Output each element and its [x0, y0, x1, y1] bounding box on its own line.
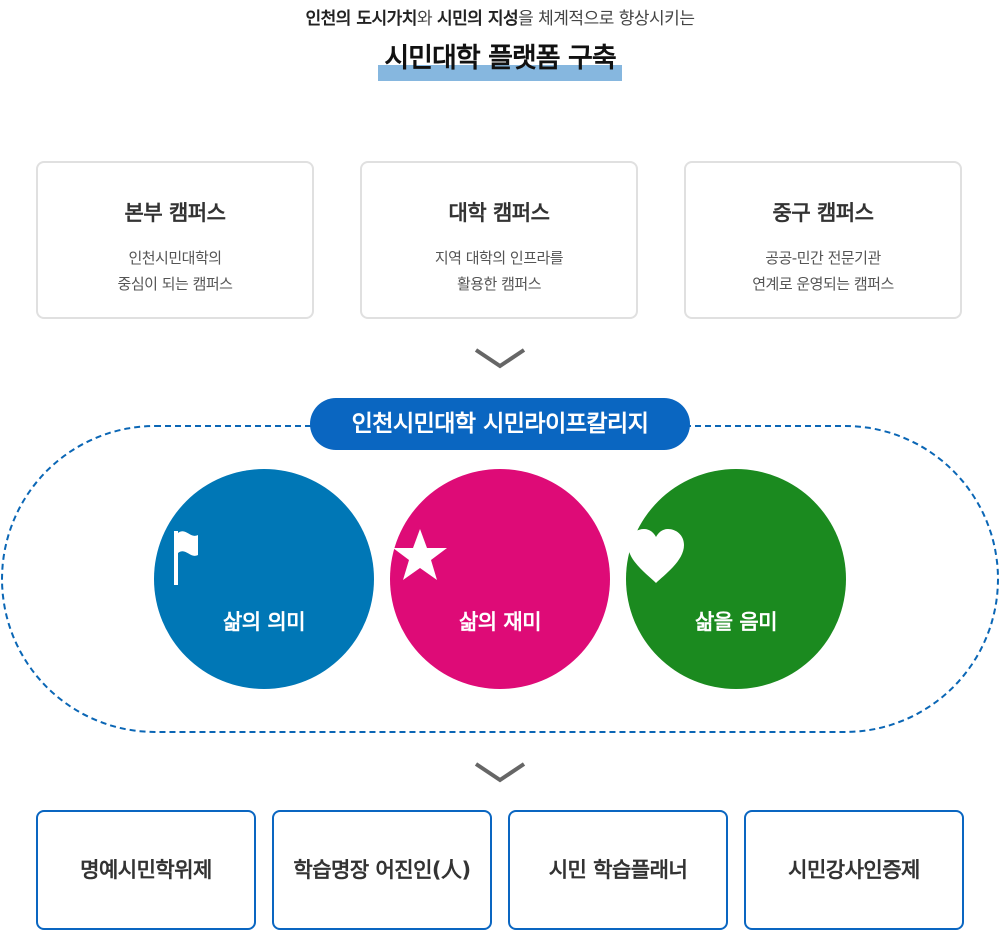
value-circle-meaning: 삶의 의미: [154, 469, 374, 689]
campus-desc-line: 공공-민간 전문기관: [765, 249, 881, 267]
subtitle-emphasis-1: 인천의 도시가치: [305, 9, 418, 29]
campus-name: 대학 캠퍼스: [448, 201, 550, 225]
header-subtitle: 인천의 도시가치와 시민의 지성을 체계적으로 향상시키는: [0, 4, 1000, 29]
campus-desc: 공공-민간 전문기관연계로 운영되는 캠퍼스: [686, 245, 960, 297]
campus-name: 본부 캠퍼스: [124, 201, 226, 225]
value-label: 삶의 의미: [222, 610, 306, 634]
program-honorary-degree: 명예시민학위제: [36, 810, 256, 930]
campus-card-junggu: 중구 캠퍼스 공공-민간 전문기관연계로 운영되는 캠퍼스: [684, 161, 962, 319]
program-instructor-certification: 시민강사인증제: [744, 810, 964, 930]
program-learning-master: 학습명장 어진인(人): [272, 810, 492, 930]
value-circle-savor: 삶을 음미: [626, 469, 846, 689]
campus-card-main: 본부 캠퍼스 인천시민대학의중심이 되는 캠퍼스: [36, 161, 314, 319]
subtitle-emphasis-2: 시민의 지성: [436, 9, 519, 29]
campus-card-university: 대학 캠퍼스 지역 대학의 인프라를활용한 캠퍼스: [360, 161, 638, 319]
college-title-badge: 인천시민대학 시민라이프칼리지: [310, 398, 690, 450]
campus-desc: 인천시민대학의중심이 되는 캠퍼스: [38, 245, 312, 297]
campus-desc: 지역 대학의 인프라를활용한 캠퍼스: [362, 245, 636, 297]
value-label: 삶의 재미: [458, 610, 542, 634]
campus-name: 중구 캠퍼스: [772, 201, 874, 225]
star-icon: [393, 529, 447, 580]
campus-desc-line: 활용한 캠퍼스: [456, 275, 542, 293]
chevron-down-icon: [474, 348, 526, 369]
campus-desc-line: 연계로 운영되는 캠퍼스: [752, 275, 894, 293]
page-title: 시민대학 플랫폼 구축: [378, 36, 622, 81]
campus-desc-line: 중심이 되는 캠퍼스: [117, 275, 233, 293]
title-area: 시민대학 플랫폼 구축: [0, 36, 1000, 81]
subtitle-text-1: 와: [416, 9, 437, 29]
campus-desc-line: 지역 대학의 인프라를: [434, 249, 564, 267]
campus-desc-line: 인천시민대학의: [128, 249, 222, 267]
value-circle-fun: 삶의 재미: [390, 469, 610, 689]
value-label: 삶을 음미: [694, 610, 778, 634]
flag-icon: [174, 531, 198, 585]
subtitle-text-2: 을 체계적으로 향상시키는: [518, 9, 695, 29]
heart-icon: [628, 529, 684, 583]
program-learning-planner: 시민 학습플래너: [508, 810, 728, 930]
page-title-text: 시민대학 플랫폼 구축: [384, 43, 616, 74]
chevron-down-icon: [474, 762, 526, 783]
